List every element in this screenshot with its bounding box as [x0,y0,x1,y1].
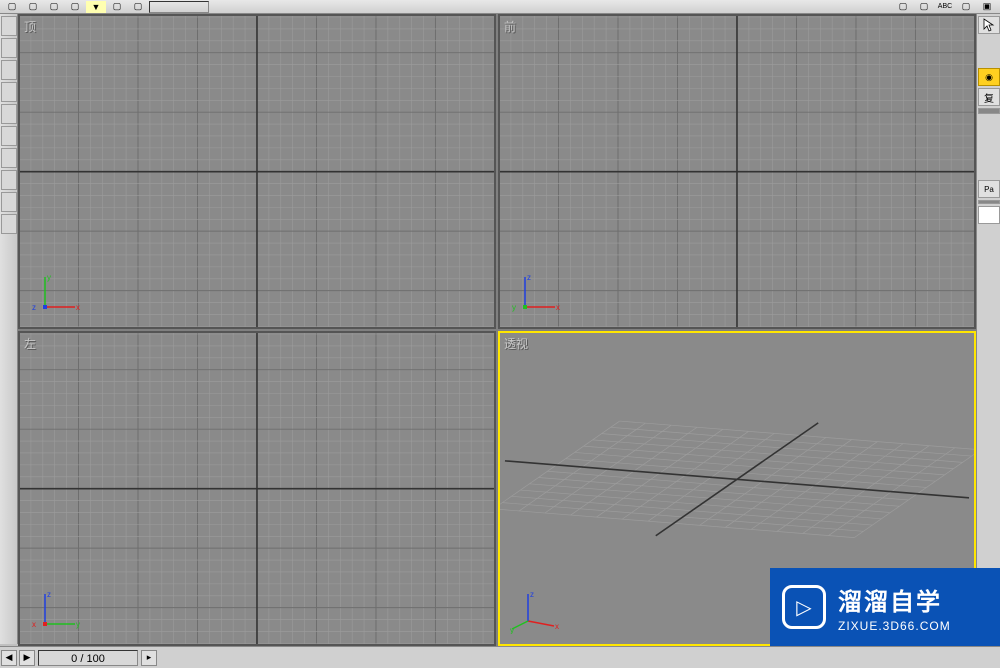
svg-text:z: z [47,590,51,599]
left-tool-button[interactable] [1,16,17,36]
left-tool-button[interactable] [1,60,17,80]
bottom-status-bar: ◀ ▶ 0 / 100 ▸ [0,646,1000,668]
left-toolbar [0,14,18,644]
watermark-play-icon: ▷ [782,585,826,629]
watermark-text: 溜溜自学 ZIXUE.3D66.COM [838,582,951,633]
timeline-prev-button[interactable]: ◀ [1,650,17,666]
left-tool-button[interactable] [1,104,17,124]
viewport-label: 左 [24,335,36,352]
toolbar-button[interactable]: ▢ [107,1,127,13]
toolbar-button[interactable]: ▢ [65,1,85,13]
svg-text:x: x [32,620,36,629]
panel-button[interactable]: Pa [978,180,1000,198]
panel-divider [978,108,1000,114]
left-tool-button[interactable] [1,192,17,212]
viewport-area: 顶 x y z 前 x z y 左 y z [18,14,976,646]
top-toolbar: ▢ ▢ ▢ ▢ ▼ ▢ ▢ ▢ ▢ ABC ▢ ▣ [0,0,1000,14]
panel-swatch[interactable] [978,206,1000,224]
panel-spacer [978,148,1000,178]
svg-text:y: y [512,303,516,312]
toolbar-button[interactable]: ▣ [977,1,997,13]
left-tool-button[interactable] [1,126,17,146]
svg-text:z: z [32,303,36,312]
left-tool-button[interactable] [1,214,17,234]
right-command-panel: ◉ 复 Pa [976,14,1000,646]
grid-ortho [20,333,494,644]
toolbar-button[interactable]: ▢ [914,1,934,13]
viewport-label: 前 [504,18,516,35]
cursor-icon[interactable] [978,16,1000,34]
toolbar-button[interactable]: ▢ [23,1,43,13]
grid-ortho [500,16,974,327]
frame-counter: 0 / 100 [38,650,138,666]
svg-text:x: x [555,622,559,631]
panel-spacer [978,116,1000,146]
svg-text:z: z [527,273,531,282]
toolbar-button[interactable]: ▢ [2,1,22,13]
viewport-front[interactable]: 前 x z y [498,14,976,329]
axis-gizmo-front: x z y [510,272,560,317]
axis-gizmo-left: y z x [30,589,80,634]
viewport-left[interactable]: 左 y z x [18,331,496,646]
svg-text:x: x [556,303,560,312]
grid-ortho [20,16,494,327]
svg-text:y: y [510,626,514,634]
timeline-scroll-button[interactable]: ▸ [141,650,157,666]
svg-text:y: y [76,620,80,629]
viewport-label: 顶 [24,18,36,35]
left-tool-button[interactable] [1,170,17,190]
left-tool-button[interactable] [1,148,17,168]
create-tab-button[interactable]: ◉ [978,68,1000,86]
panel-spacer [978,36,1000,66]
left-tool-button[interactable] [1,82,17,102]
axis-gizmo-perspective: x z y [510,589,560,634]
timeline-next-button[interactable]: ▶ [19,650,35,666]
left-tool-button[interactable] [1,38,17,58]
toolbar-button[interactable]: ▢ [956,1,976,13]
toolbar-button[interactable]: ▼ [86,1,106,13]
svg-text:x: x [76,303,80,312]
viewport-top[interactable]: 顶 x y z [18,14,496,329]
svg-text:z: z [530,590,534,599]
toolbar-button[interactable]: ▢ [893,1,913,13]
svg-text:y: y [47,273,51,282]
panel-divider [978,200,1000,204]
watermark-title: 溜溜自学 [838,582,951,617]
watermark-banner: ▷ 溜溜自学 ZIXUE.3D66.COM [770,568,1000,646]
toolbar-button[interactable]: ▢ [128,1,148,13]
toolbar-dropdown[interactable] [149,1,209,13]
watermark-url: ZIXUE.3D66.COM [838,619,951,633]
panel-label: 复 [978,88,1000,106]
text-tool-button[interactable]: ABC [935,1,955,13]
viewport-label: 透视 [504,335,528,352]
axis-gizmo-top: x y z [30,272,80,317]
toolbar-button[interactable]: ▢ [44,1,64,13]
